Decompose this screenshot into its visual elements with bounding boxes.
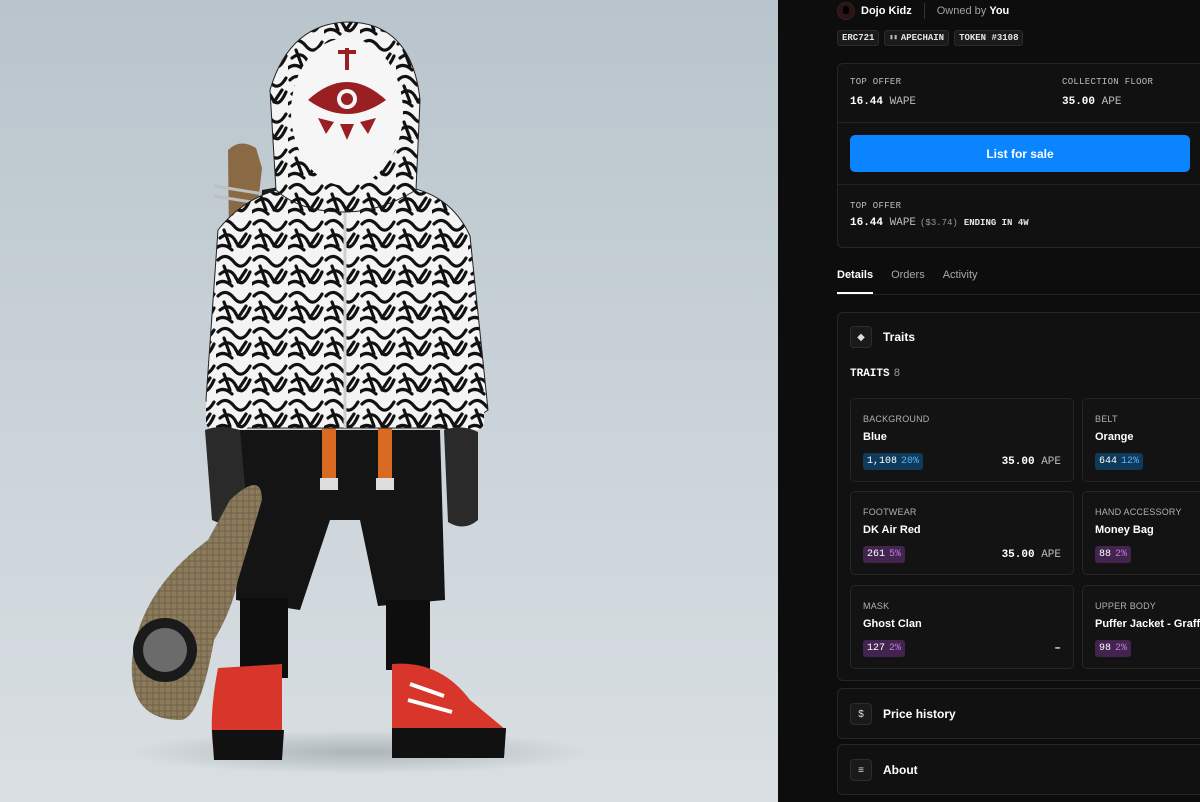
trait-rarity-count: 127 xyxy=(867,643,886,654)
divider xyxy=(838,122,1200,123)
trait-rarity-count: 1,108 xyxy=(867,456,898,467)
detail-tabs: Details Orders Activity xyxy=(837,263,1200,295)
token-badges: ERC721 ▮▮ APECHAIN TOKEN #3108 xyxy=(837,30,1024,46)
chain-badge-label: APECHAIN xyxy=(900,32,945,43)
list-for-sale-button[interactable]: List for sale xyxy=(850,135,1190,172)
text-lines-icon: ≡ xyxy=(850,759,872,781)
nft-character-illustration xyxy=(130,21,590,774)
details-panel: Dojo Kidz Owned by You ERC721 ▮▮ APECHAIN… xyxy=(778,0,1200,802)
traits-section: ◆ Traits TRAITS 8 BACKGROUND Blue 1,108 20… xyxy=(837,312,1200,681)
price-history-section[interactable]: $ Price history xyxy=(837,688,1200,739)
trait-card[interactable]: FOOTWEAR DK Air Red 261 5% 35.00 APE xyxy=(850,491,1074,575)
trait-rarity-percent: 5% xyxy=(889,549,902,560)
trait-rarity-badge: 98 2% xyxy=(1095,640,1132,657)
top-offer-label: TOP OFFER xyxy=(850,77,902,87)
traits-count-number: 8 xyxy=(893,368,901,380)
trait-category: UPPER BODY xyxy=(1095,601,1157,611)
divider xyxy=(923,3,925,19)
token-id-label: TOKEN #3108 xyxy=(959,32,1019,43)
trait-rarity-count: 261 xyxy=(867,549,886,560)
collection-floor-value: 35.00 APE xyxy=(1062,96,1121,108)
bottom-top-offer-value: 16.44 WAPE ($3.74) ENDING IN 4W xyxy=(850,217,1029,229)
trait-value: Puffer Jacket - Graffiti xyxy=(1095,618,1200,630)
chain-badge: ▮▮ APECHAIN xyxy=(884,30,950,46)
trait-floor-price: 35.00 APE xyxy=(1002,456,1061,468)
trait-price-unit: APE xyxy=(1041,549,1061,561)
traits-count: TRAITS 8 xyxy=(850,368,900,380)
trait-card[interactable]: BACKGROUND Blue 1,108 20% 35.00 APE xyxy=(850,398,1074,482)
trait-category: MASK xyxy=(863,601,890,611)
trait-value: Orange xyxy=(1095,431,1134,443)
trait-value: Ghost Clan xyxy=(863,618,922,630)
trait-category: HAND ACCESSORY xyxy=(1095,507,1182,517)
standard-badge: ERC721 xyxy=(837,30,880,46)
top-offer-unit: WAPE xyxy=(889,96,917,108)
trait-card[interactable]: BELT Orange 644 12% xyxy=(1082,398,1200,482)
trait-price-amount: 35.00 xyxy=(1001,549,1035,561)
collection-name-link[interactable]: Dojo Kidz xyxy=(861,5,912,17)
trait-card[interactable]: MASK Ghost Clan 127 2% – xyxy=(850,585,1074,669)
offer-ending-text: ENDING IN 4W xyxy=(963,218,1029,228)
about-section[interactable]: ≡ About xyxy=(837,744,1200,795)
trait-rarity-badge: 127 2% xyxy=(863,640,906,657)
floor-amount: 35.00 xyxy=(1062,96,1096,108)
bottom-offer-unit: WAPE xyxy=(889,217,917,229)
trait-rarity-percent: 2% xyxy=(1115,549,1128,560)
owner-row: Dojo Kidz Owned by You xyxy=(837,2,1009,20)
divider xyxy=(838,184,1200,185)
token-id-badge: TOKEN #3108 xyxy=(954,30,1024,46)
trait-rarity-percent: 12% xyxy=(1121,456,1140,467)
about-title: About xyxy=(883,763,918,777)
trait-rarity-count: 644 xyxy=(1099,456,1118,467)
tab-activity[interactable]: Activity xyxy=(943,263,978,294)
trait-value: DK Air Red xyxy=(863,524,921,536)
trait-floor-price: 35.00 APE xyxy=(1002,549,1061,561)
owned-by-label: Owned by xyxy=(936,5,987,17)
trait-rarity-percent: 2% xyxy=(1115,643,1128,654)
collection-floor-label: COLLECTION FLOOR xyxy=(1062,77,1154,87)
apechain-icon: ▮▮ xyxy=(889,33,898,42)
nft-artwork xyxy=(0,0,778,802)
owned-by-text: Owned by You xyxy=(937,5,1010,17)
floor-unit: APE xyxy=(1101,96,1122,108)
trait-category: BELT xyxy=(1095,414,1118,424)
bottom-offer-amount: 16.44 xyxy=(850,217,884,229)
dollar-icon: $ xyxy=(850,703,872,725)
trait-value: Money Bag xyxy=(1095,524,1154,536)
tab-orders[interactable]: Orders xyxy=(891,263,925,294)
diamond-icon: ◆ xyxy=(850,326,872,348)
bottom-offer-usd: ($3.74) xyxy=(920,218,958,228)
standard-badge-label: ERC721 xyxy=(842,32,875,43)
trait-card[interactable]: HAND ACCESSORY Money Bag 88 2% xyxy=(1082,491,1200,575)
trait-rarity-badge: 88 2% xyxy=(1095,546,1132,563)
trait-rarity-badge: 644 12% xyxy=(1095,453,1144,470)
trait-price-amount: 35.00 xyxy=(1001,456,1035,468)
trait-category: FOOTWEAR xyxy=(863,507,917,517)
trait-rarity-percent: 2% xyxy=(889,643,902,654)
trait-floor-price: – xyxy=(1054,643,1061,655)
trait-rarity-percent: 20% xyxy=(901,456,920,467)
traits-section-title[interactable]: Traits xyxy=(883,330,915,344)
offer-card: TOP OFFER 16.44 WAPE COLLECTION FLOOR 35… xyxy=(837,63,1200,248)
trait-rarity-badge: 1,108 20% xyxy=(863,453,924,470)
top-offer-value: 16.44 WAPE xyxy=(850,96,916,108)
owner-link[interactable]: You xyxy=(989,5,1009,17)
trait-price-unit: APE xyxy=(1041,456,1061,468)
trait-value: Blue xyxy=(863,431,887,443)
bottom-top-offer-label: TOP OFFER xyxy=(850,201,902,211)
top-offer-amount: 16.44 xyxy=(850,96,884,108)
trait-category: BACKGROUND xyxy=(863,414,930,424)
traits-count-label: TRAITS xyxy=(850,368,890,380)
price-history-title: Price history xyxy=(883,707,956,721)
trait-rarity-count: 88 xyxy=(1099,549,1112,560)
tab-details[interactable]: Details xyxy=(837,263,874,294)
trait-card[interactable]: UPPER BODY Puffer Jacket - Graffiti 98 2% xyxy=(1082,585,1200,669)
collection-avatar[interactable] xyxy=(837,2,855,20)
trait-rarity-count: 98 xyxy=(1099,643,1112,654)
trait-rarity-badge: 261 5% xyxy=(863,546,906,563)
